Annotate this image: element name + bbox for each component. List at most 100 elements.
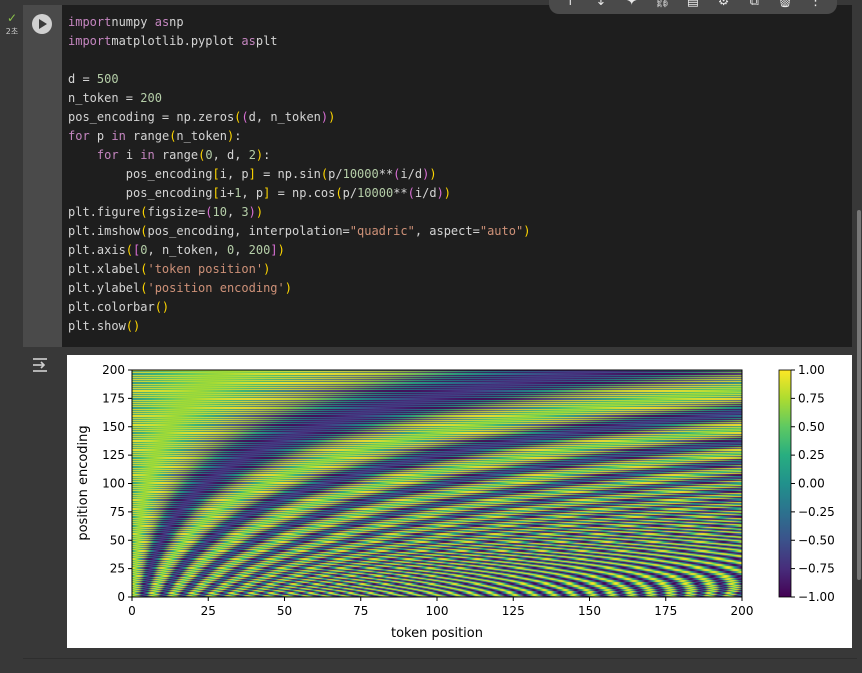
- arrow-up-icon[interactable]: ↑: [560, 0, 580, 13]
- code-token: (): [154, 300, 170, 314]
- y-tick-label: 125: [102, 448, 125, 462]
- code-token: , p: [241, 186, 264, 200]
- code-token: 'token position': [147, 262, 264, 276]
- code-token: ): [277, 243, 285, 257]
- code-token: (): [125, 319, 141, 333]
- output-options-icon[interactable]: [31, 355, 51, 375]
- code-line: plt.xlabel('token position'): [68, 262, 270, 276]
- code-line: plt.axis([0, n_token, 0, 200]): [68, 243, 285, 257]
- code-token: ]: [248, 167, 256, 181]
- colorbar-tick-label: −0.50: [798, 533, 835, 547]
- more-icon[interactable]: ⋮: [806, 0, 826, 13]
- code-token: ): [429, 167, 437, 181]
- code-token: = np.sin: [255, 167, 321, 181]
- code-token: **: [378, 167, 394, 181]
- code-line: importnumpy asnp: [68, 15, 184, 29]
- colorbar-tick-label: 0.50: [798, 420, 825, 434]
- mirror-icon[interactable]: ⧉: [744, 0, 764, 13]
- code-token: figsize=: [147, 205, 206, 219]
- comment-icon[interactable]: ▤: [683, 0, 703, 13]
- code-token: range: [154, 148, 199, 162]
- code-token: , aspect=: [414, 224, 480, 238]
- code-token: 10000: [357, 186, 394, 200]
- y-tick-label: 0: [117, 590, 125, 604]
- code-token: ,: [234, 243, 249, 257]
- colorbar-tick-label: −0.25: [798, 505, 835, 519]
- link-icon[interactable]: ⛓: [652, 0, 672, 13]
- cell-toolbar: ↑ ↓ ✦ ⛓ ▤ ⚙ ⧉ 🗑 ⋮: [549, 0, 837, 14]
- code-token: 0: [205, 148, 213, 162]
- code-token: for: [68, 129, 90, 143]
- code-line: plt.imshow(pos_encoding, interpolation="…: [68, 224, 530, 238]
- code-token: :: [263, 148, 271, 162]
- code-line: plt.colorbar(): [68, 300, 169, 314]
- code-token: n_token: [176, 129, 227, 143]
- code-token: , n_token,: [147, 243, 227, 257]
- code-token: i+: [219, 186, 235, 200]
- code-token: 200: [140, 91, 162, 105]
- code-token: ): [255, 205, 264, 219]
- colorbar-tick-label: −1.00: [798, 590, 835, 604]
- run-cell-button[interactable]: [32, 14, 52, 34]
- code-token: plt.show: [68, 319, 126, 333]
- code-token: ): [263, 262, 271, 276]
- scrollbar[interactable]: [857, 210, 861, 580]
- code-token: ): [443, 186, 452, 200]
- code-token: p: [89, 129, 112, 143]
- code-token: as: [241, 34, 256, 48]
- code-token: plt.xlabel: [68, 262, 141, 276]
- code-token: ]: [270, 243, 278, 257]
- code-token: 200: [248, 243, 271, 257]
- code-line: d = 500: [68, 72, 119, 86]
- code-token: pos_encoding: [68, 167, 213, 181]
- code-token: = np.cos: [270, 186, 336, 200]
- code-token: ,: [226, 205, 242, 219]
- code-token: in: [140, 148, 155, 162]
- gear-icon[interactable]: ⚙: [714, 0, 734, 13]
- code-token: [: [212, 186, 220, 200]
- code-token: (: [205, 205, 213, 219]
- code-token: 10000: [342, 167, 379, 181]
- code-token: (: [335, 186, 343, 200]
- colorbar-tick-label: 0.75: [798, 391, 825, 405]
- execution-time: 2초: [5, 27, 19, 36]
- colorbar-tick-label: 0.25: [798, 448, 825, 462]
- colorbar: [778, 369, 792, 598]
- code-line: importmatplotlib.pyplot asplt: [68, 34, 278, 48]
- code-token: , d,: [212, 148, 249, 162]
- code-line: for i in range(0, d, 2):: [68, 148, 270, 162]
- x-tick-label: 200: [731, 604, 754, 618]
- code-token: i/d: [414, 186, 437, 200]
- code-token: d =: [68, 72, 97, 86]
- y-tick-label: 25: [110, 562, 125, 576]
- code-token: (: [407, 186, 415, 200]
- notebook-code-cell: ✓ 2초 importnumpy asnp importmatplotlib.p…: [0, 0, 862, 673]
- y-tick-label: 50: [110, 533, 125, 547]
- code-text[interactable]: importnumpy asnp importmatplotlib.pyplot…: [68, 13, 530, 336]
- trash-icon[interactable]: 🗑: [775, 0, 795, 13]
- x-tick-label: 125: [502, 604, 525, 618]
- code-token: d, n_token: [248, 110, 321, 124]
- code-token: (: [125, 243, 134, 257]
- matplotlib-figure: 0 25 50 75 100 125 150 175 200 0 25 50 75 100 125 150 1…: [76, 363, 835, 641]
- colorbar-tick-label: −0.75: [798, 562, 835, 576]
- code-token: matplotlib.pyplot: [111, 34, 242, 48]
- code-token: import: [68, 34, 112, 48]
- code-token: :: [234, 129, 242, 143]
- y-tick-label: 75: [110, 505, 125, 519]
- code-token: i: [118, 148, 141, 162]
- code-token: 0: [140, 243, 148, 257]
- cell-divider: [23, 658, 857, 659]
- sparkle-icon[interactable]: ✦: [622, 0, 642, 13]
- x-axis-label: token position: [391, 626, 483, 641]
- code-token: pos_encoding: [68, 186, 213, 200]
- code-line: plt.ylabel('position encoding'): [68, 281, 292, 295]
- code-line: plt.show(): [68, 319, 140, 333]
- cell-gutter: [0, 0, 23, 673]
- code-token: i/d: [400, 167, 423, 181]
- arrow-down-icon[interactable]: ↓: [591, 0, 611, 13]
- code-token: plt.figure: [68, 205, 141, 219]
- code-token: ): [436, 186, 444, 200]
- code-token: p/: [342, 186, 358, 200]
